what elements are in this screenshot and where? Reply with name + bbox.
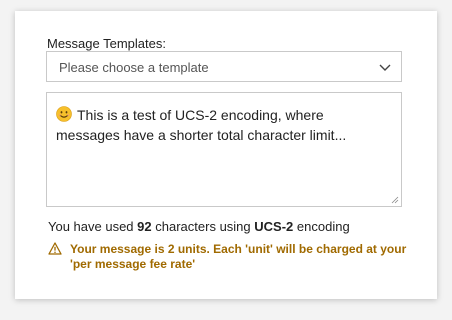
character-usage-text: You have used 92 characters using UCS-2 …: [48, 219, 350, 234]
chevron-down-icon: [379, 64, 391, 71]
message-textarea[interactable]: This is a test of UCS-2 encoding, where …: [46, 92, 402, 207]
message-template-select[interactable]: Please choose a template: [46, 51, 402, 82]
warning-text: Your message is 2 units. Each 'unit' wil…: [70, 242, 407, 271]
message-content: This is a test of UCS-2 encoding, where …: [56, 105, 391, 145]
sms-compose-card: Message Templates: Please choose a templ…: [15, 11, 437, 299]
character-count: 92: [137, 219, 152, 234]
resize-handle-icon[interactable]: [391, 196, 399, 204]
usage-middle: characters using: [155, 219, 251, 234]
encoding-name: UCS-2: [254, 219, 294, 234]
message-text: This is a test of UCS-2 encoding, where …: [56, 107, 347, 143]
template-select-placeholder: Please choose a template: [59, 60, 209, 75]
usage-prefix: You have used: [48, 219, 134, 234]
usage-suffix: encoding: [296, 219, 350, 234]
smiling-face-emoji: [56, 106, 72, 122]
message-templates-label: Message Templates:: [47, 36, 166, 51]
warning-icon: [48, 242, 62, 255]
